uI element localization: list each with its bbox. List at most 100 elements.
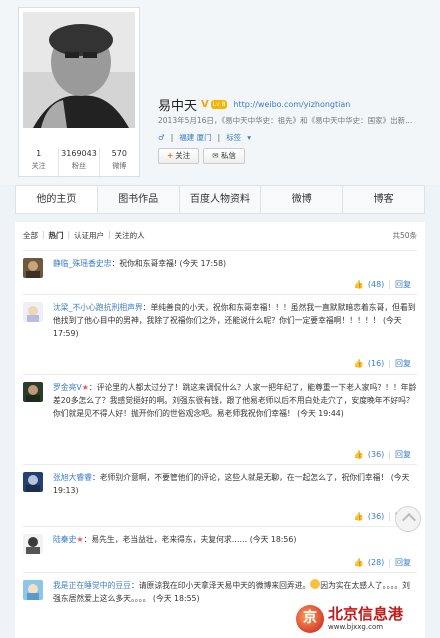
watermark-url: www.bjxxg.com <box>328 623 384 631</box>
profile-stats: 1 关注 3169043 粉丝 570 微博 <box>19 148 139 178</box>
separator: | <box>67 230 71 239</box>
tab-books[interactable]: 图书作品 <box>98 186 180 213</box>
action-buttons: + 关注 ✉ 私信 <box>158 148 440 164</box>
comment-text: 罗金亮V★：评论里的人都太过分了！跳这来调侃什么？人家一把年纪了，能尊重一下老人… <box>53 381 417 420</box>
commenter-name[interactable]: 静临_殊瑶香史忠 <box>53 259 111 268</box>
stat-followers[interactable]: 3169043 粉丝 <box>59 148 100 178</box>
comment-item: 陆秦史★：易先生，老当益壮，老来得东，夫复何求…… (今天 18:56) 👍 (… <box>23 526 417 572</box>
commenter-avatar[interactable] <box>23 258 43 278</box>
profile-name: 易中天 <box>158 98 198 114</box>
comment-actions: 👍 (28) | 回复 <box>354 557 411 568</box>
commenter-name[interactable]: 罗金亮V <box>53 383 82 392</box>
comment-item: 罗金亮V★：评论里的人都太过分了！跳这来调侃什么？人家一把年纪了，能尊重一下老人… <box>23 374 417 464</box>
like-icon[interactable]: 👍 <box>354 558 364 567</box>
watermark-text: 北京信息港 www.bjxxg.com <box>328 606 403 632</box>
reply-button[interactable]: 回复 <box>395 557 411 568</box>
verified-icon: V <box>201 98 209 110</box>
separator: | <box>170 132 174 142</box>
like-icon[interactable]: 👍 <box>354 450 364 459</box>
reply-button[interactable]: 回复 <box>395 279 411 290</box>
comment-text: 沈梁_不小心跑抗刑相声界：单纯善良的小天，祝你和东哥幸福！！！虽然我一直默默暗恋… <box>53 301 417 340</box>
filter-verified[interactable]: 认证用户 <box>74 230 104 244</box>
comment-actions: 👍 (48) | 回复 <box>354 279 411 290</box>
like-icon[interactable]: 👍 <box>354 359 364 368</box>
comment-body: ：老师别介意啊，不要管他们的评论，这些人就是无聊，在一起怎么了，祝你们幸福！ (… <box>53 473 410 495</box>
comment-item: 沈梁_不小心跑抗刑相声界：单纯善良的小天，祝你和东哥幸福！！！虽然我一直默默暗恋… <box>23 294 417 374</box>
profile-header: 1 关注 3169043 粉丝 570 微博 易中天 V Lv 8 http:/… <box>0 0 440 185</box>
reply-button[interactable]: 回复 <box>395 449 411 460</box>
watermark: 京 北京信息港 www.bjxxg.com <box>296 600 440 638</box>
filter-hot[interactable]: 热门 <box>49 230 64 244</box>
profile-info: 易中天 V Lv 8 http://weibo.com/yizhongtian … <box>158 94 440 164</box>
like-count[interactable]: (28) <box>368 558 384 567</box>
comment-text: 张旭大睿睿：老师别介意啊，不要管他们的评论，这些人就是无聊，在一起怎么了，祝你们… <box>53 471 417 497</box>
like-count[interactable]: (48) <box>368 280 384 289</box>
message-label: 私信 <box>220 151 236 160</box>
filter-followed[interactable]: 关注的人 <box>115 230 145 244</box>
meta-text: 《易中天中华史：祖先》和《易中天中华史：国家》出新... <box>221 116 413 125</box>
commenter-avatar[interactable] <box>23 534 43 554</box>
stat-label: 关注 <box>31 162 46 170</box>
commenter-name[interactable]: 我是正在睡觉中的豆豆 <box>53 581 131 590</box>
separator: | <box>388 512 391 521</box>
comment-body: ：祝你和东哥幸福! (今天 17:58) <box>111 259 227 268</box>
stat-following[interactable]: 1 关注 <box>19 148 60 178</box>
level-badge: Lv 8 <box>210 99 228 109</box>
comment-actions: 👍 (16) | 回复 <box>354 358 411 369</box>
tab-home[interactable]: 他的主页 <box>16 186 98 213</box>
comment-actions: 👍 (36) | 回复 <box>354 449 411 460</box>
separator: | <box>108 230 111 239</box>
avatar-card: 1 关注 3169043 粉丝 570 微博 <box>18 7 140 178</box>
commenter-avatar[interactable] <box>23 302 43 322</box>
meta-date: 2013年5月16日， <box>158 116 222 125</box>
tab-baidu-profile[interactable]: 百度人物资料 <box>180 186 262 213</box>
tags-link[interactable]: 标签 <box>226 132 241 143</box>
avatar[interactable] <box>23 12 135 128</box>
separator: | <box>388 450 391 459</box>
star-badge-icon: ★ <box>76 535 84 544</box>
follow-label: 关注 <box>175 151 191 160</box>
profile-url[interactable]: http://weibo.com/yizhongtian <box>233 100 350 109</box>
commenter-avatar[interactable] <box>23 382 43 402</box>
plus-icon: + <box>167 151 174 160</box>
commenter-name[interactable]: 张旭大睿睿 <box>53 473 92 482</box>
profile-meta: 2013年5月16日，《易中天中华史：祖先》和《易中天中华史：国家》出新... <box>158 114 440 128</box>
separator: | <box>388 359 391 368</box>
gender-icon: ♂ <box>158 132 165 142</box>
name-row: 易中天 V Lv 8 http://weibo.com/yizhongtian <box>158 94 440 114</box>
like-count[interactable]: (36) <box>368 450 384 459</box>
comment-text: 陆秦史★：易先生，老当益壮，老来得东，夫复何求…… (今天 18:56) <box>53 533 417 546</box>
star-badge-icon: ★ <box>81 383 89 392</box>
commenter-name[interactable]: 陆秦史 <box>53 535 76 544</box>
commenter-avatar[interactable] <box>23 472 43 492</box>
message-button[interactable]: ✉ 私信 <box>203 148 245 164</box>
comment-total: 共50条 <box>392 231 417 240</box>
commenter-avatar[interactable] <box>23 580 43 600</box>
reply-button[interactable]: 回复 <box>395 358 411 369</box>
profile-info-row: ♂ | 福建 厦门 | 标签 ▾ <box>158 128 440 146</box>
stat-label: 粉丝 <box>71 162 86 170</box>
chevron-down-icon[interactable]: ▾ <box>247 133 251 142</box>
like-icon[interactable]: 👍 <box>354 280 364 289</box>
comment-body: ：易先生，老当益壮，老来得东，夫复何求…… (今天 18:56) <box>83 535 297 544</box>
separator: | <box>388 280 391 289</box>
separator: | <box>217 132 221 142</box>
stat-posts[interactable]: 570 微博 <box>100 148 139 178</box>
follow-button[interactable]: + 关注 <box>158 148 200 164</box>
stat-number: 1 <box>36 149 42 158</box>
comment-item: 张旭大睿睿：老师别介意啊，不要管他们的评论，这些人就是无聊，在一起怎么了，祝你们… <box>23 464 417 526</box>
stat-label: 微博 <box>112 162 127 170</box>
filter-all[interactable]: 全部 <box>23 230 38 244</box>
tab-weibo[interactable]: 微博 <box>261 186 344 213</box>
commenter-name[interactable]: 沈梁_不小心跑抗刑相声界 <box>53 303 143 312</box>
location[interactable]: 福建 厦门 <box>179 132 211 143</box>
watermark-title: 北京信息港 <box>328 606 404 623</box>
tab-blog[interactable]: 博客 <box>343 186 424 213</box>
comments-panel: 全部 | 热门 | 认证用户 | 关注的人 共50条 静临_殊瑶香史忠：祝你和东… <box>15 222 425 638</box>
back-to-top-button[interactable] <box>395 506 421 532</box>
like-icon[interactable]: 👍 <box>354 512 364 521</box>
separator: | <box>388 558 391 567</box>
like-count[interactable]: (36) <box>368 512 384 521</box>
comment-text: 静临_殊瑶香史忠：祝你和东哥幸福! (今天 17:58) <box>53 257 417 270</box>
like-count[interactable]: (16) <box>368 359 384 368</box>
